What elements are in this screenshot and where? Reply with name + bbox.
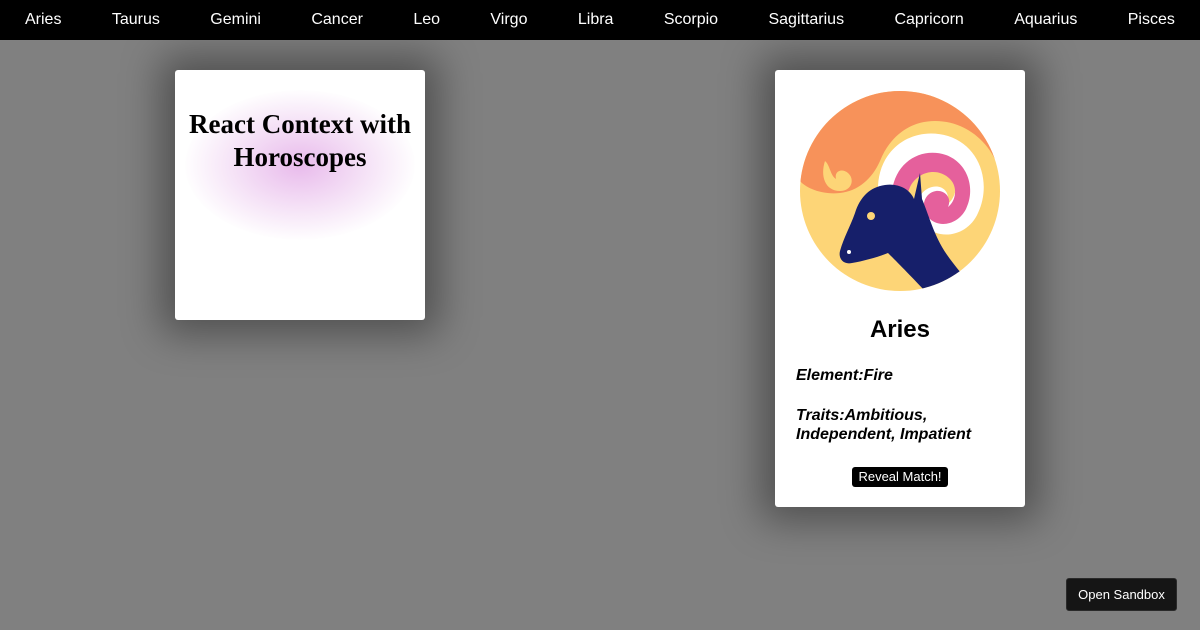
sign-card: Aries Element:Fire Traits:Ambitious, Ind… <box>775 70 1025 507</box>
nav-item-aries[interactable]: Aries <box>25 0 61 40</box>
sign-element: Element:Fire <box>796 367 893 384</box>
nav-item-gemini[interactable]: Gemini <box>210 0 261 40</box>
nav-item-capricorn[interactable]: Capricorn <box>894 0 963 40</box>
nav-item-sagittarius[interactable]: Sagittarius <box>768 0 844 40</box>
nav-item-pisces[interactable]: Pisces <box>1128 0 1175 40</box>
zodiac-nav-bar: Aries Taurus Gemini Cancer Leo Virgo Lib… <box>0 0 1200 40</box>
nav-item-cancer[interactable]: Cancer <box>311 0 363 40</box>
nav-item-scorpio[interactable]: Scorpio <box>664 0 718 40</box>
sign-name: Aries <box>869 316 931 343</box>
nav-item-taurus[interactable]: Taurus <box>112 0 160 40</box>
sign-traits: Traits:Ambitious, Independent, Impatient <box>796 407 972 443</box>
aries-ram-icon <box>800 91 1000 291</box>
open-sandbox-button[interactable]: Open Sandbox <box>1066 578 1177 611</box>
intro-card: React Context with Horoscopes <box>175 70 425 320</box>
nav-item-leo[interactable]: Leo <box>413 0 440 40</box>
reveal-match-button[interactable]: Reveal Match! <box>852 467 948 487</box>
nav-item-libra[interactable]: Libra <box>578 0 614 40</box>
nav-item-virgo[interactable]: Virgo <box>490 0 527 40</box>
intro-title: React Context with Horoscopes <box>189 109 411 172</box>
nav-item-aquarius[interactable]: Aquarius <box>1014 0 1077 40</box>
